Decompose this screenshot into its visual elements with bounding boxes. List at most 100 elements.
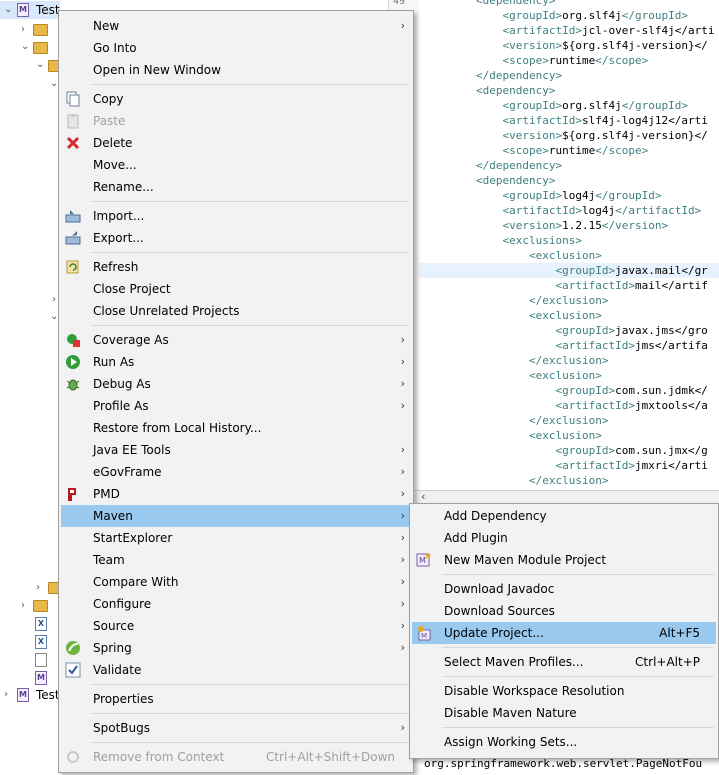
- submenu-arrow-icon: ›: [400, 377, 405, 390]
- maven-item-disable-maven-nature[interactable]: Disable Maven Nature: [412, 702, 716, 724]
- collapse-icon[interactable]: ⌄: [21, 41, 29, 52]
- menu-item-validate[interactable]: Validate: [61, 659, 411, 681]
- pmd-icon: [65, 486, 81, 502]
- validate-icon: [65, 662, 81, 678]
- maven-item-update-project[interactable]: M Update Project... Alt+F5: [412, 622, 716, 644]
- run-icon: [65, 354, 81, 370]
- menu-item-move[interactable]: Move...: [61, 154, 411, 176]
- expand-icon[interactable]: ›: [36, 582, 40, 593]
- menu-item-label: Java EE Tools: [93, 443, 171, 457]
- submenu-arrow-icon: ›: [400, 575, 405, 588]
- menu-item-team[interactable]: Team ›: [61, 549, 411, 571]
- expand-icon[interactable]: ›: [21, 24, 25, 35]
- menu-item-close-unrelated-projects[interactable]: Close Unrelated Projects: [61, 300, 411, 322]
- menu-item-paste[interactable]: Paste: [61, 110, 411, 132]
- menu-item-compare-with[interactable]: Compare With ›: [61, 571, 411, 593]
- menu-item-label: Export...: [93, 231, 144, 245]
- import-icon: [65, 208, 81, 224]
- maven-module-icon: M: [416, 552, 432, 568]
- menu-item-spring[interactable]: Spring ›: [61, 637, 411, 659]
- horizontal-scrollbar[interactable]: ‹: [414, 490, 719, 504]
- menu-item-label: Update Project...: [444, 626, 544, 640]
- menu-item-refresh[interactable]: Refresh: [61, 256, 411, 278]
- menu-separator: [91, 325, 409, 326]
- menu-item-label: Disable Maven Nature: [444, 706, 577, 720]
- folder-icon: [33, 600, 48, 612]
- menu-item-label: Assign Working Sets...: [444, 735, 578, 749]
- pom-xml-editor[interactable]: 49 <dependency> <groupId>org.slf4j</grou…: [388, 0, 719, 490]
- menu-item-remove-from-context[interactable]: Remove from Context Ctrl+Alt+Shift+Down: [61, 746, 411, 768]
- menu-item-properties[interactable]: Properties: [61, 688, 411, 710]
- maven-item-add-plugin[interactable]: Add Plugin: [412, 527, 716, 549]
- menu-item-configure[interactable]: Configure ›: [61, 593, 411, 615]
- menu-item-restore-from-local-history[interactable]: Restore from Local History...: [61, 417, 411, 439]
- menu-separator: [442, 647, 714, 648]
- menu-item-go-into[interactable]: Go Into: [61, 37, 411, 59]
- menu-item-label: Delete: [93, 136, 133, 150]
- menu-item-maven[interactable]: Maven ›: [61, 505, 411, 527]
- menu-item-import[interactable]: Import...: [61, 205, 411, 227]
- code-line: <artifactId>jms</artifa: [555, 339, 708, 352]
- menu-item-label: Spring: [93, 641, 132, 655]
- code-line: <version>${org.slf4j-version}</: [502, 39, 708, 52]
- maven-item-new-maven-module-project[interactable]: M New Maven Module Project: [412, 549, 716, 571]
- maven-item-add-dependency[interactable]: Add Dependency: [412, 505, 716, 527]
- submenu-arrow-icon: ›: [400, 333, 405, 346]
- maven-item-download-sources[interactable]: Download Sources: [412, 600, 716, 622]
- code-line: <artifactId>jcl-over-slf4j</arti: [502, 24, 715, 37]
- menu-item-label: Maven: [93, 509, 133, 523]
- menu-item-label: Team: [93, 553, 125, 567]
- menu-item-egovframe[interactable]: eGovFrame ›: [61, 461, 411, 483]
- text-file-icon[interactable]: [35, 653, 47, 667]
- code-line: <version>1.2.15</version>: [502, 219, 669, 232]
- menu-item-new[interactable]: New ›: [61, 15, 411, 37]
- menu-separator: [91, 742, 409, 743]
- code-line: <artifactId>mail</artif: [555, 279, 708, 292]
- code-line: <artifactId>jmxtools</a: [555, 399, 708, 412]
- collapse-icon[interactable]: ⌄: [4, 1, 12, 19]
- maven-item-select-maven-profiles[interactable]: Select Maven Profiles... Ctrl+Alt+P: [412, 651, 716, 673]
- tree-item-project[interactable]: ⌄ M Test: [0, 1, 60, 19]
- xml-file-icon[interactable]: X: [35, 617, 47, 631]
- menu-item-source[interactable]: Source ›: [61, 615, 411, 637]
- menu-item-close-project[interactable]: Close Project: [61, 278, 411, 300]
- tree-item-project[interactable]: › M Test: [0, 686, 60, 704]
- menu-item-debug-as[interactable]: Debug As ›: [61, 373, 411, 395]
- menu-item-startexplorer[interactable]: StartExplorer ›: [61, 527, 411, 549]
- code-line: </exclusion>: [528, 354, 609, 367]
- line-number: 49: [393, 0, 406, 7]
- menu-item-delete[interactable]: Delete: [61, 132, 411, 154]
- menu-item-label: New: [93, 19, 120, 33]
- menu-item-profile-as[interactable]: Profile As ›: [61, 395, 411, 417]
- menu-item-java-ee-tools[interactable]: Java EE Tools ›: [61, 439, 411, 461]
- menu-item-label: Refresh: [93, 260, 139, 274]
- maven-item-disable-workspace-resolution[interactable]: Disable Workspace Resolution: [412, 680, 716, 702]
- expand-icon[interactable]: ›: [52, 294, 56, 305]
- menu-item-spotbugs[interactable]: SpotBugs ›: [61, 717, 411, 739]
- code-line: <groupId>com.sun.jmx</g: [555, 444, 708, 457]
- menu-item-run-as[interactable]: Run As ›: [61, 351, 411, 373]
- menu-item-copy[interactable]: Copy: [61, 88, 411, 110]
- menu-item-open-in-new-window[interactable]: Open in New Window: [61, 59, 411, 81]
- menu-item-coverage-as[interactable]: Coverage As ›: [61, 329, 411, 351]
- xml-file-icon[interactable]: X: [35, 635, 47, 649]
- expand-icon[interactable]: ›: [21, 600, 25, 611]
- maven-item-assign-working-sets[interactable]: Assign Working Sets...: [412, 731, 716, 753]
- svg-text:M: M: [421, 632, 427, 640]
- expand-icon[interactable]: ›: [4, 686, 8, 704]
- pom-file-icon[interactable]: M: [35, 671, 47, 685]
- menu-item-pmd[interactable]: PMD ›: [61, 483, 411, 505]
- menu-item-label: New Maven Module Project: [444, 553, 607, 567]
- code-line: <scope>runtime</scope>: [502, 144, 649, 157]
- menu-item-rename[interactable]: Rename...: [61, 176, 411, 198]
- code-line: <version>${org.slf4j-version}</: [502, 129, 708, 142]
- menu-separator: [91, 713, 409, 714]
- menu-item-export[interactable]: Export...: [61, 227, 411, 249]
- scroll-left-icon[interactable]: ‹: [421, 490, 425, 503]
- menu-item-label: Restore from Local History...: [93, 421, 262, 435]
- code-line: </exclusion>: [528, 294, 609, 307]
- submenu-arrow-icon: ›: [400, 487, 405, 500]
- menu-item-label: eGovFrame: [93, 465, 162, 479]
- maven-item-download-javadoc[interactable]: Download Javadoc: [412, 578, 716, 600]
- collapse-icon[interactable]: ⌄: [36, 59, 44, 70]
